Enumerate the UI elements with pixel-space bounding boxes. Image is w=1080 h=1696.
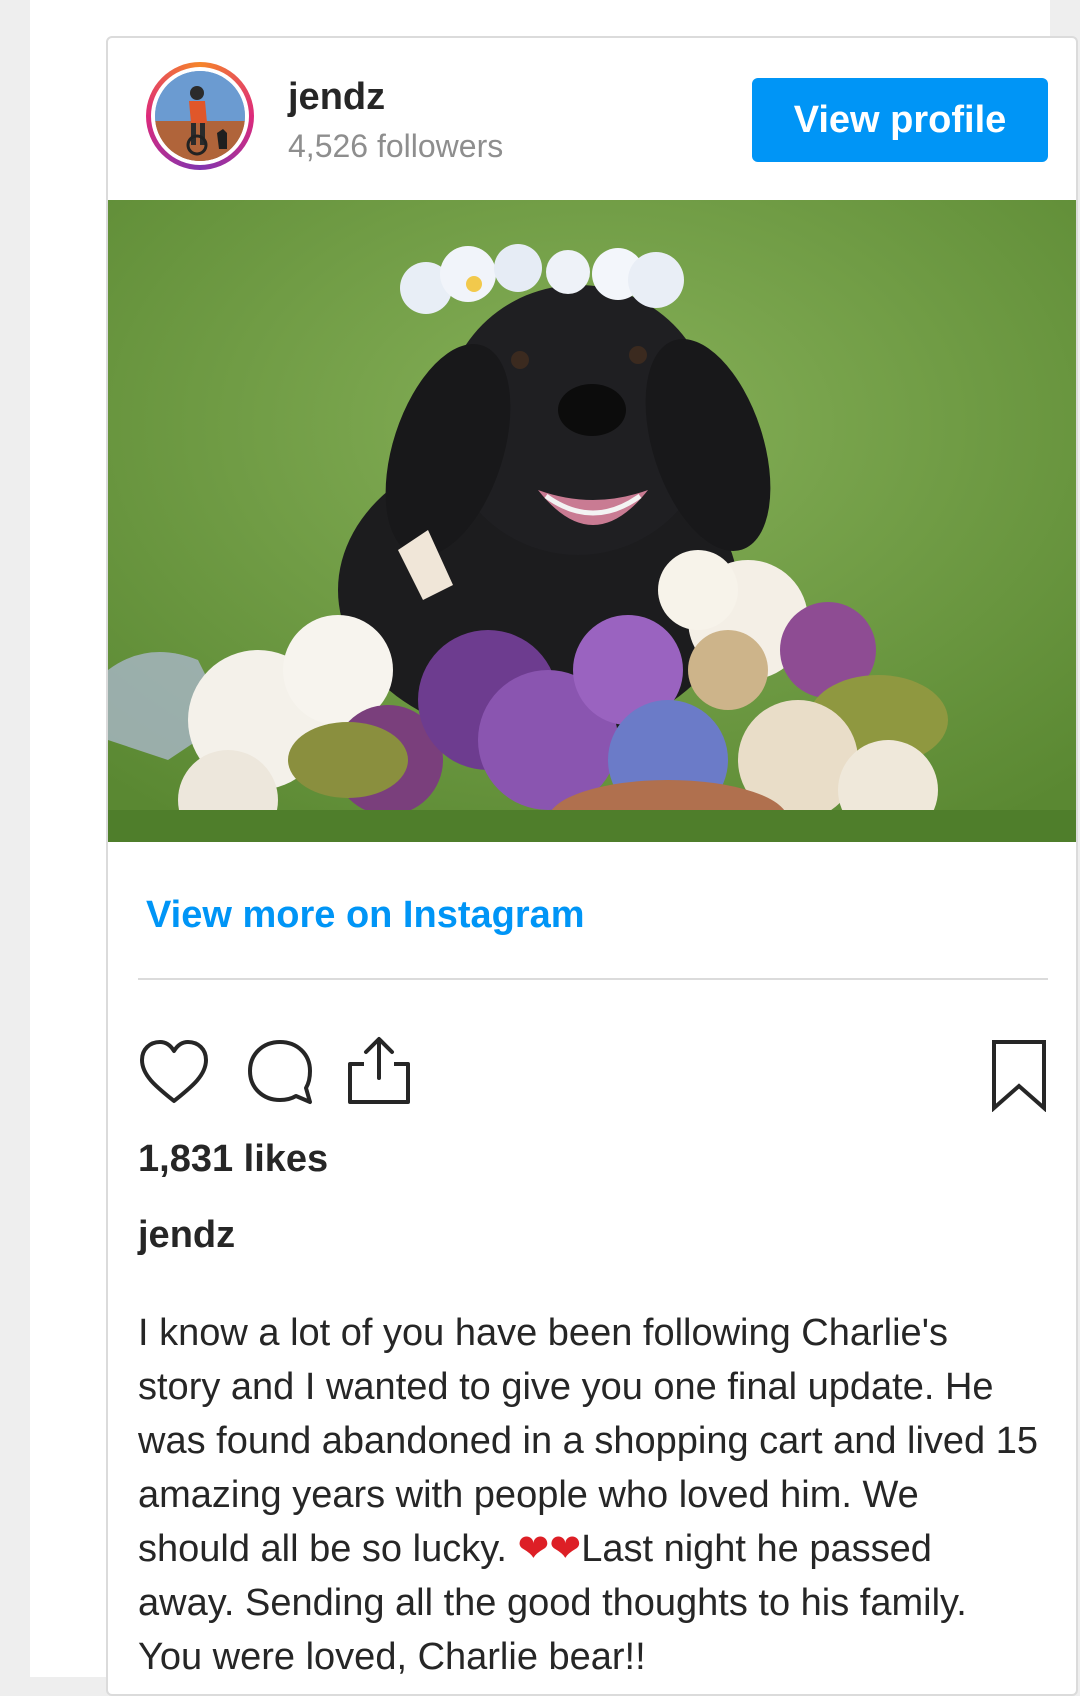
bookmark-icon[interactable] — [990, 1038, 1048, 1112]
view-more-on-instagram-link[interactable]: View more on Instagram — [146, 894, 585, 937]
divider — [138, 978, 1048, 980]
post-caption: I know a lot of you have been following … — [138, 1306, 1038, 1684]
heart-icon[interactable] — [138, 1038, 210, 1106]
instagram-embed-card: jendz 4,526 followers View profile View … — [106, 36, 1078, 1696]
like-count[interactable]: 1,831 likes — [138, 1138, 328, 1181]
follower-count: 4,526 followers — [288, 128, 504, 164]
share-icon[interactable] — [344, 1034, 414, 1108]
view-profile-button[interactable]: View profile — [752, 78, 1048, 162]
caption-username[interactable]: jendz — [138, 1214, 235, 1257]
profile-username[interactable]: jendz — [288, 76, 385, 119]
comment-icon[interactable] — [244, 1036, 316, 1108]
dog-with-flowers-image — [108, 200, 1076, 842]
avatar[interactable] — [146, 62, 254, 170]
cyclist-avatar-image — [155, 71, 245, 161]
post-photo[interactable] — [108, 200, 1076, 842]
avatar-photo — [155, 71, 245, 161]
red-heart-emoji: ❤❤ — [517, 1528, 582, 1570]
